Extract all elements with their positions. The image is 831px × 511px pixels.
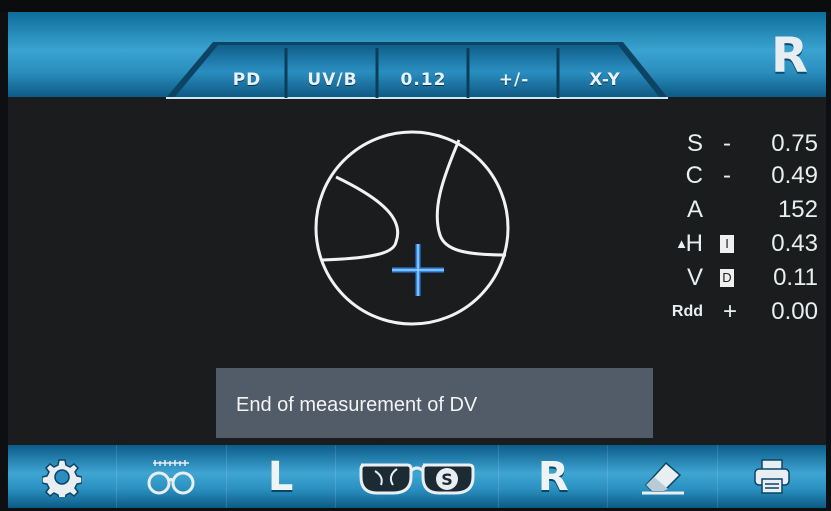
tab-x-y[interactable]: X-Y <box>560 48 650 98</box>
vertical-value: 0.11 <box>773 264 818 291</box>
rdd-sign: + <box>723 298 738 325</box>
cylinder-sign: - <box>723 162 731 189</box>
sphere-value: 0.75 <box>771 130 818 157</box>
axis-label: A <box>686 196 703 223</box>
lens-mode-label: S <box>441 470 453 489</box>
lens-circle <box>314 130 510 326</box>
rdd-value: 0.00 <box>771 298 818 325</box>
side-indicator: R <box>771 28 808 84</box>
tab-uvb[interactable]: UV/B <box>288 48 377 98</box>
horizontal-value: 0.43 <box>771 230 818 257</box>
spectacles-icon: S <box>359 463 475 494</box>
tab-step[interactable]: 0.12 <box>379 48 468 98</box>
reading-horizontal: ▲ H I 0.43 <box>628 230 818 264</box>
left-lens-button[interactable]: L <box>227 445 336 508</box>
status-message: End of measurement of DV <box>216 368 653 438</box>
tab-pd[interactable]: PD <box>208 48 286 98</box>
settings-button[interactable] <box>8 445 118 508</box>
left-lens-label: L <box>267 453 294 500</box>
cylinder-value: 0.49 <box>771 162 818 189</box>
single-lens-mode-button[interactable]: S <box>336 445 500 508</box>
right-lens-label: R <box>537 453 569 500</box>
reading-sphere: S - 0.75 <box>628 130 818 164</box>
lens-right-curve <box>435 139 507 257</box>
eraser-icon <box>641 461 684 494</box>
reading-axis: A 152 <box>628 196 818 230</box>
clear-button[interactable] <box>608 445 718 508</box>
right-lens-button[interactable]: R <box>499 445 609 508</box>
print-button[interactable] <box>718 445 826 508</box>
vertical-label: V <box>686 264 703 291</box>
horizontal-direction-badge: I <box>720 235 734 253</box>
rdd-label: Rdd <box>671 303 703 320</box>
reading-vertical: V D 0.11 <box>628 264 818 298</box>
sphere-label: S <box>686 130 703 157</box>
glasses-ruler-icon <box>147 459 195 494</box>
reading-cylinder: C - 0.49 <box>628 162 818 196</box>
device-bezel <box>0 0 831 12</box>
pd-measure-button[interactable] <box>117 445 227 508</box>
reading-rdd: Rdd + 0.00 <box>628 298 818 332</box>
lens-left-curve <box>321 175 400 262</box>
tab-plus-minus[interactable]: +/- <box>470 48 558 98</box>
axis-value: 152 <box>777 196 818 223</box>
bottom-toolbar: L S R <box>8 445 826 508</box>
cylinder-label: C <box>685 162 703 189</box>
sphere-sign: - <box>723 130 731 157</box>
vertical-direction-badge: D <box>720 269 734 287</box>
horizontal-label: H <box>685 230 703 257</box>
gear-icon <box>42 458 83 497</box>
lensmeter-screen: PD UV/B 0.12 +/- X-Y R S - 0.75 C - 0.49… <box>8 12 826 508</box>
crosshair-icon <box>392 244 444 296</box>
lens-target <box>314 130 510 326</box>
printer-icon <box>754 458 790 494</box>
